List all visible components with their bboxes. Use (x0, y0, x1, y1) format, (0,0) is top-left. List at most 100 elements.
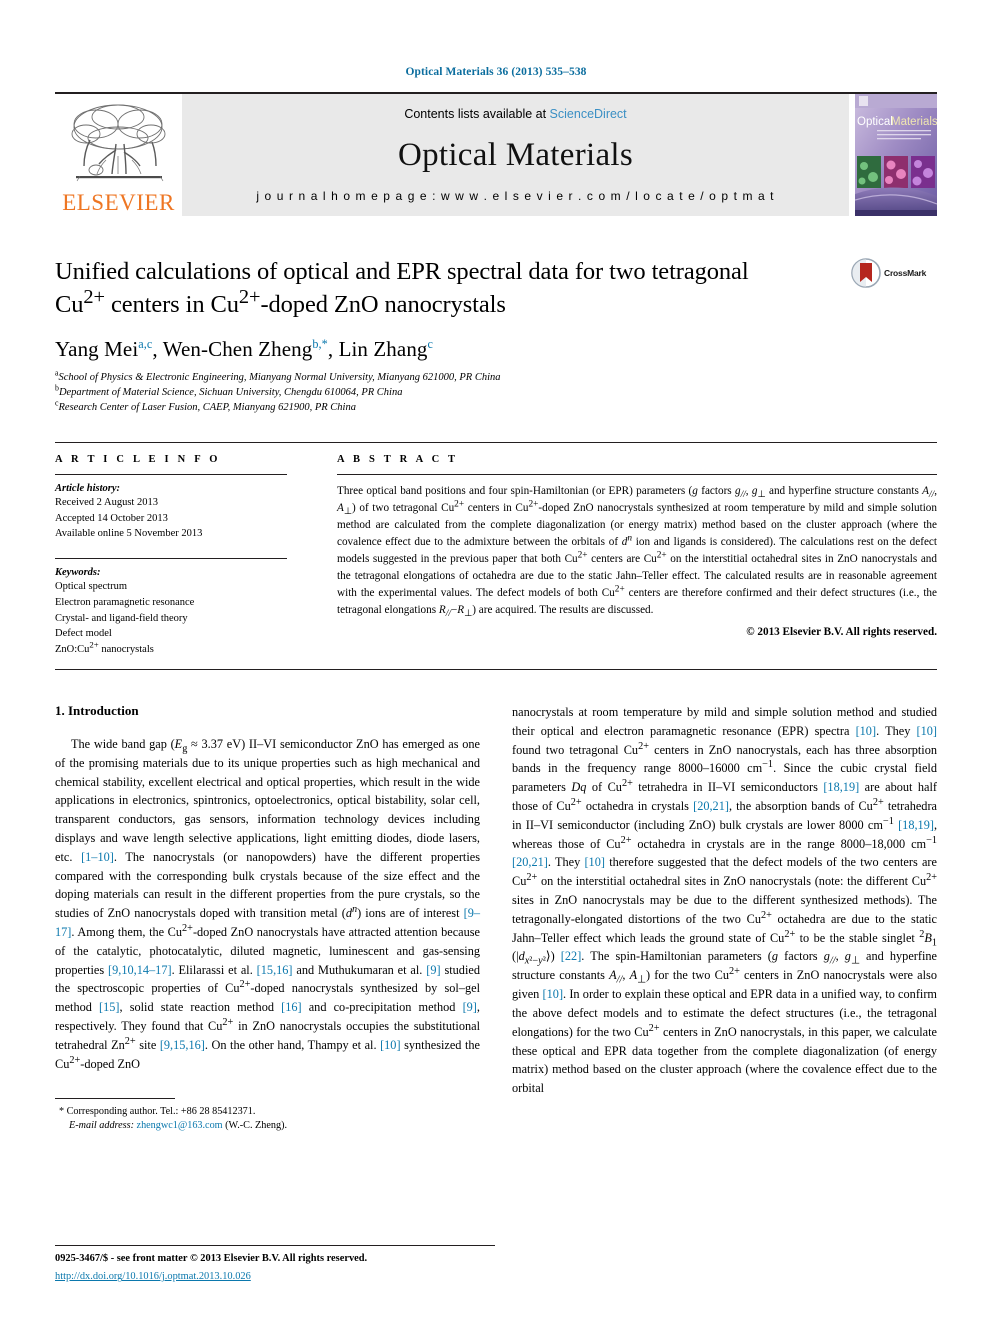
article-info-rule (55, 473, 287, 475)
citation-9-10-14-17[interactable]: [9,10,14–17] (108, 963, 172, 977)
footnote-rule (55, 1097, 175, 1099)
abstract-text: Three optical band positions and four sp… (337, 484, 937, 620)
svg-text:Optical: Optical (857, 116, 893, 128)
contents-available-line: Contents lists available at ScienceDirec… (404, 107, 626, 121)
author-3-name: Lin Zhang (338, 337, 428, 362)
affiliation-list: aSchool of Physics & Electronic Engineer… (55, 369, 937, 416)
corresponding-email-link[interactable]: zhengwc1@163.com (137, 1120, 223, 1131)
keyword-1: Optical spectrum (55, 581, 128, 593)
crossmark-label: CrossMark (884, 268, 927, 278)
keywords-title: Keywords: (55, 567, 101, 579)
article-page: Optical Materials 36 (2013) 535–538 ELSE… (0, 0, 992, 1323)
footnote-star: * (59, 1105, 65, 1117)
citation-10b[interactable]: [10] (856, 724, 877, 738)
journal-title: Optical Materials (397, 136, 634, 173)
info-abstract-section: A R T I C L E I N F O Article history: R… (55, 441, 937, 658)
citation-15[interactable]: [15] (99, 1000, 120, 1014)
title-sup-2: 2+ (238, 285, 261, 308)
article-info-column: A R T I C L E I N F O Article history: R… (55, 454, 313, 658)
page-footer: 0925-3467/$ - see front matter © 2013 El… (55, 1244, 495, 1285)
title-wrapper: Unified calculations of optical and EPR … (55, 256, 851, 321)
running-head: Optical Materials 36 (2013) 535–538 (405, 66, 587, 78)
author-2: Wen-Chen Zhengb,* (163, 337, 328, 361)
history-online: Available online 5 November 2013 (55, 528, 203, 540)
title-line-2-a: Cu (55, 290, 84, 318)
author-1-name: Yang Mei (55, 337, 139, 362)
citation-18-19[interactable]: [18,19] (823, 780, 859, 794)
affiliation-b-text: Department of Material Science, Sichuan … (58, 387, 403, 399)
sciencedirect-link[interactable]: ScienceDirect (550, 107, 627, 121)
journal-homepage[interactable]: j o u r n a l h o m e p a g e : w w w . … (256, 189, 774, 203)
author-list: Yang Meia,c, Wen-Chen Zhengb,*, Lin Zhan… (55, 337, 937, 362)
footer-issn-line: 0925-3467/$ - see front matter © 2013 El… (55, 1252, 368, 1264)
footer-rule (55, 1244, 495, 1246)
elsevier-wordmark: ELSEVIER (62, 190, 175, 215)
page-title: Unified calculations of optical and EPR … (55, 256, 837, 321)
citation-1-10[interactable]: [1–10] (81, 850, 114, 864)
citation-9b[interactable]: [9] (463, 1000, 477, 1014)
citation-20-21b[interactable]: [20,21] (512, 855, 548, 869)
keywords-block: Keywords: Optical spectrum Electron para… (55, 567, 287, 658)
journal-cover-thumbnail: Optical Materials (854, 94, 938, 216)
affiliation-b: bDepartment of Material Science, Sichuan… (55, 384, 937, 401)
affiliation-a-text: School of Physics & Electronic Engineeri… (58, 372, 501, 384)
keywords-rule (55, 558, 287, 560)
footnote-email-label: E-mail address: (69, 1120, 134, 1132)
citation-16[interactable]: [16] (281, 1000, 302, 1014)
author-2-marks[interactable]: b,* (312, 337, 328, 351)
citation-18-19b[interactable]: [18,19] (898, 818, 934, 832)
crossmark-icon (851, 258, 881, 288)
crossmark-badge[interactable]: CrossMark (851, 256, 937, 288)
citation-22[interactable]: [22] (561, 949, 582, 963)
author-2-name: Wen-Chen Zheng (162, 337, 313, 362)
contents-prefix: Contents lists available at (404, 107, 550, 121)
body-column-right: nanocrystals at room temperature by mild… (512, 703, 937, 1134)
footnote-email-suffix: (W.-C. Zheng). (225, 1120, 288, 1132)
citation-9-15-16[interactable]: [9,15,16] (160, 1038, 205, 1052)
abstract-rule (337, 473, 937, 475)
abstract-heading: A B S T R A C T (337, 453, 459, 465)
footnote-corresponding: * Corresponding author. Tel.: +86 28 854… (55, 1105, 480, 1120)
intro-paragraph-1-continued: nanocrystals at room temperature by mild… (512, 704, 938, 1096)
author-sep-2: , (327, 337, 339, 362)
citation-10c[interactable]: [10] (917, 724, 938, 738)
title-sup-1: 2+ (83, 285, 105, 308)
abstract-copyright: © 2013 Elsevier B.V. All rights reserved… (746, 626, 937, 638)
svg-text:Materials: Materials (891, 116, 937, 128)
citation-10[interactable]: [10] (380, 1038, 401, 1052)
body-columns: 1. Introduction The wide band gap (Eg ≈ … (55, 703, 937, 1134)
section-heading-introduction: 1. Introduction (55, 702, 139, 718)
intro-paragraph-1: The wide band gap (Eg ≈ 3.37 eV) II–VI s… (55, 736, 481, 1071)
author-sep-1: , (152, 337, 163, 362)
author-1: Yang Meia,c (55, 337, 152, 361)
author-3: Lin Zhangc (339, 337, 433, 361)
citation-15-16[interactable]: [15,16] (257, 963, 293, 977)
author-3-marks: c (427, 337, 434, 352)
abstract-column: A B S T R A C T Three optical band posit… (313, 454, 937, 658)
article-info-heading: A R T I C L E I N F O (55, 453, 221, 465)
citation-9[interactable]: [9] (426, 963, 440, 977)
keyword-3: Crystal- and ligand-field theory (55, 612, 188, 624)
title-line-2-b: centers in Cu (104, 290, 239, 318)
citation-10d[interactable]: [10] (584, 855, 605, 869)
title-line-1: Unified calculations of optical and EPR … (55, 258, 749, 285)
affiliation-c-text: Research Center of Laser Fusion, CAEP, M… (58, 401, 356, 413)
corresponding-author-footnote: * Corresponding author. Tel.: +86 28 854… (55, 1097, 480, 1135)
affiliation-a: aSchool of Physics & Electronic Engineer… (55, 369, 937, 386)
citation-20-21[interactable]: [20,21] (693, 799, 729, 813)
footer-doi-link[interactable]: http://dx.doi.org/10.1016/j.optmat.2013.… (55, 1271, 251, 1282)
history-accepted: Accepted 14 October 2013 (55, 512, 168, 524)
citation-9-17[interactable]: [9–17] (55, 906, 480, 939)
footnote-email: E-mail address: zhengwc1@163.com (W.-C. … (55, 1119, 480, 1134)
journal-masthead: ELSEVIER Contents lists available at Sci… (55, 92, 938, 216)
elsevier-logo: ELSEVIER (55, 94, 182, 216)
article-history-title: Article history: (55, 482, 121, 494)
affiliation-c: cResearch Center of Laser Fusion, CAEP, … (55, 399, 937, 416)
abstract-bottom-rule (55, 668, 937, 670)
footnote-corresponding-text: Corresponding author. Tel.: +86 28 85412… (66, 1105, 256, 1117)
citation-10e[interactable]: [10] (543, 987, 564, 1001)
journal-banner: Contents lists available at ScienceDirec… (182, 94, 849, 216)
elsevier-tree-icon (71, 104, 166, 182)
keyword-2: Electron paramagnetic resonance (55, 596, 195, 608)
journal-cover-image: Optical Materials (854, 94, 938, 216)
